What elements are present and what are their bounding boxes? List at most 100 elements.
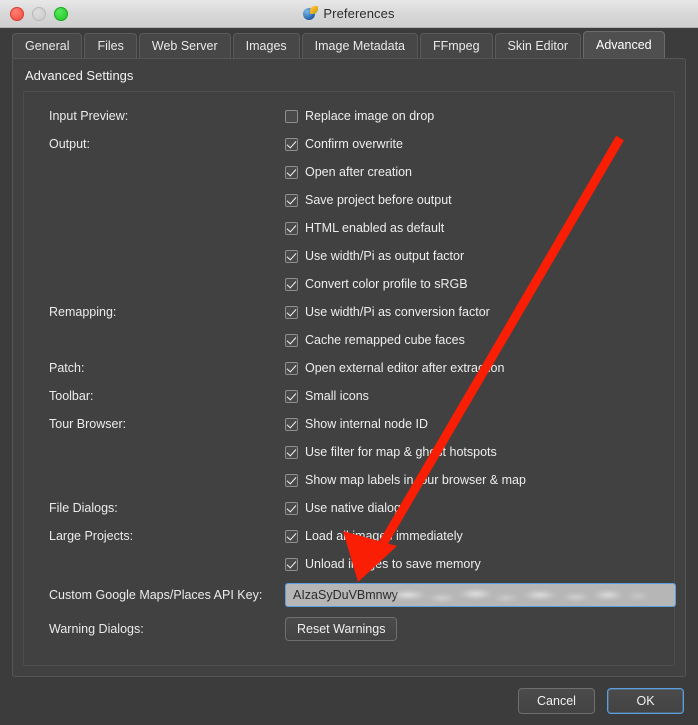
title-bar: Preferences: [0, 0, 698, 28]
settings-row-label: Toolbar:: [49, 389, 94, 403]
checkbox-checked-icon[interactable]: [285, 473, 298, 487]
api-key-input[interactable]: AIzaSyDuVBmnwy: [285, 583, 676, 607]
warning-dialogs-row: Warning Dialogs: Reset Warnings: [24, 612, 674, 646]
checkbox-use-width-pi-as-conversion-factor[interactable]: Use width/Pi as conversion factor: [285, 305, 490, 319]
checkbox-checked-icon[interactable]: [285, 333, 298, 347]
checkbox-save-project-before-output[interactable]: Save project before output: [285, 193, 452, 207]
settings-row: Show map labels in tour browser & map: [24, 466, 674, 494]
checkbox-label: Use filter for map & ghost hotspots: [305, 445, 497, 459]
tab-ffmpeg[interactable]: FFmpeg: [420, 33, 493, 59]
settings-row-label: Remapping:: [49, 305, 117, 319]
settings-row-label: Output:: [49, 137, 90, 151]
warning-dialogs-label: Warning Dialogs:: [49, 622, 144, 636]
close-window-button[interactable]: [10, 6, 24, 21]
checkbox-label: Open external editor after extraction: [305, 361, 505, 375]
checkbox-load-all-images-immediately[interactable]: Load all images immediately: [285, 529, 463, 543]
settings-row: Cache remapped cube faces: [24, 326, 674, 354]
api-key-redaction-overlay: [394, 586, 672, 606]
checkbox-checked-icon[interactable]: [285, 249, 298, 263]
minimize-window-button[interactable]: [32, 6, 46, 21]
ok-button[interactable]: OK: [607, 688, 684, 714]
settings-row: Output: Confirm overwrite: [24, 130, 674, 158]
checkbox-html-enabled-as-default[interactable]: HTML enabled as default: [285, 221, 444, 235]
checkbox-label: Use native dialogs: [305, 501, 408, 515]
checkbox-open-after-creation[interactable]: Open after creation: [285, 165, 412, 179]
tab-general[interactable]: General: [12, 33, 83, 59]
settings-row-label: Patch:: [49, 361, 85, 375]
settings-row: Large Projects: Load all images immediate…: [24, 522, 674, 550]
checkbox-use-width-pi-as-output-factor[interactable]: Use width/Pi as output factor: [285, 249, 464, 263]
tab-advanced[interactable]: Advanced: [583, 31, 665, 59]
checkbox-show-internal-node-id[interactable]: Show internal node ID: [285, 417, 428, 431]
reset-warnings-button[interactable]: Reset Warnings: [285, 617, 398, 641]
settings-row: Patch: Open external editor after extract…: [24, 354, 674, 382]
checkbox-checked-icon[interactable]: [285, 165, 298, 179]
cancel-button[interactable]: Cancel: [518, 688, 595, 714]
tab-web-server[interactable]: Web Server: [138, 33, 231, 59]
checkbox-checked-icon[interactable]: [285, 389, 298, 403]
checkbox-label: Unload images to save memory: [305, 557, 481, 571]
settings-row: Save project before output: [24, 186, 674, 214]
checkbox-label: Use width/Pi as output factor: [305, 249, 465, 263]
advanced-settings-panel: Advanced Settings Input Preview: Replace …: [12, 58, 686, 677]
checkbox-label: HTML enabled as default: [305, 221, 445, 235]
checkbox-label: Confirm overwrite: [305, 137, 403, 151]
maximize-window-button[interactable]: [54, 6, 68, 21]
settings-row: Tour Browser: Show internal node ID: [24, 410, 674, 438]
checkbox-checked-icon[interactable]: [285, 501, 298, 515]
traffic-lights: [10, 0, 68, 27]
checkbox-open-external-editor-after-extraction[interactable]: Open external editor after extraction: [285, 361, 504, 375]
checkbox-label: Small icons: [305, 389, 369, 403]
checkbox-label: Load all images immediately: [305, 529, 463, 543]
checkbox-checked-icon[interactable]: [285, 557, 298, 571]
tab-skin-editor[interactable]: Skin Editor: [494, 33, 581, 59]
tab-images[interactable]: Images: [232, 33, 300, 59]
tab-image-metadata[interactable]: Image Metadata: [301, 33, 418, 59]
checkbox-replace-image-on-drop[interactable]: Replace image on drop: [285, 109, 434, 123]
checkbox-checked-icon[interactable]: [285, 361, 298, 375]
settings-row: Input Preview: Replace image on drop: [24, 102, 674, 130]
checkbox-checked-icon[interactable]: [285, 529, 298, 543]
checkbox-checked-icon[interactable]: [285, 137, 298, 151]
checkbox-convert-color-profile-to-srgb[interactable]: Convert color profile to sRGB: [285, 277, 468, 291]
checkbox-unload-images-to-save-memory[interactable]: Unload images to save memory: [285, 557, 481, 571]
checkbox-use-filter-for-map-ghost-hotspots[interactable]: Use filter for map & ghost hotspots: [285, 445, 497, 459]
dialog-footer: Cancel OK: [0, 677, 698, 725]
checkbox-unchecked-icon[interactable]: [285, 109, 298, 123]
checkbox-confirm-overwrite[interactable]: Confirm overwrite: [285, 137, 403, 151]
preferences-window: Preferences General Files Web Server Ima…: [0, 0, 698, 725]
settings-row: Use width/Pi as output factor: [24, 242, 674, 270]
globe-app-icon: [303, 6, 319, 21]
api-key-value: AIzaSyDuVBmnwy: [293, 588, 398, 602]
settings-row-label: Input Preview:: [49, 109, 129, 123]
checkbox-small-icons[interactable]: Small icons: [285, 389, 369, 403]
tab-files[interactable]: Files: [84, 33, 137, 59]
checkbox-checked-icon[interactable]: [285, 221, 298, 235]
settings-row: File Dialogs: Use native dialogs: [24, 494, 674, 522]
settings-row: Open after creation: [24, 158, 674, 186]
checkbox-checked-icon[interactable]: [285, 417, 298, 431]
checkbox-label: Open after creation: [305, 165, 413, 179]
checkbox-use-native-dialogs[interactable]: Use native dialogs: [285, 501, 407, 515]
settings-row-label: Large Projects:: [49, 529, 134, 543]
window-title: Preferences: [323, 6, 395, 21]
checkbox-label: Convert color profile to sRGB: [305, 277, 468, 291]
checkbox-cache-remapped-cube-faces[interactable]: Cache remapped cube faces: [285, 333, 465, 347]
checkbox-label: Show internal node ID: [305, 417, 428, 431]
api-key-label: Custom Google Maps/Places API Key:: [49, 588, 263, 602]
checkbox-show-map-labels-in-tour-browser-map[interactable]: Show map labels in tour browser & map: [285, 473, 526, 487]
settings-row: Toolbar: Small icons: [24, 382, 674, 410]
settings-rows: Input Preview: Replace image on drop Outpu…: [24, 92, 676, 646]
checkbox-label: Cache remapped cube faces: [305, 333, 465, 347]
page-title: Advanced Settings: [25, 68, 134, 83]
tab-bar: General Files Web Server Images Image Me…: [0, 28, 698, 59]
settings-row: HTML enabled as default: [24, 214, 674, 242]
settings-row-label: Tour Browser:: [49, 417, 127, 431]
checkbox-checked-icon[interactable]: [285, 305, 298, 319]
checkbox-checked-icon[interactable]: [285, 193, 298, 207]
checkbox-checked-icon[interactable]: [285, 277, 298, 291]
checkbox-checked-icon[interactable]: [285, 445, 298, 459]
api-key-row: Custom Google Maps/Places API Key: AIzaSy…: [24, 578, 676, 612]
settings-row: Use filter for map & ghost hotspots: [24, 438, 674, 466]
settings-row-label: File Dialogs:: [49, 501, 118, 515]
